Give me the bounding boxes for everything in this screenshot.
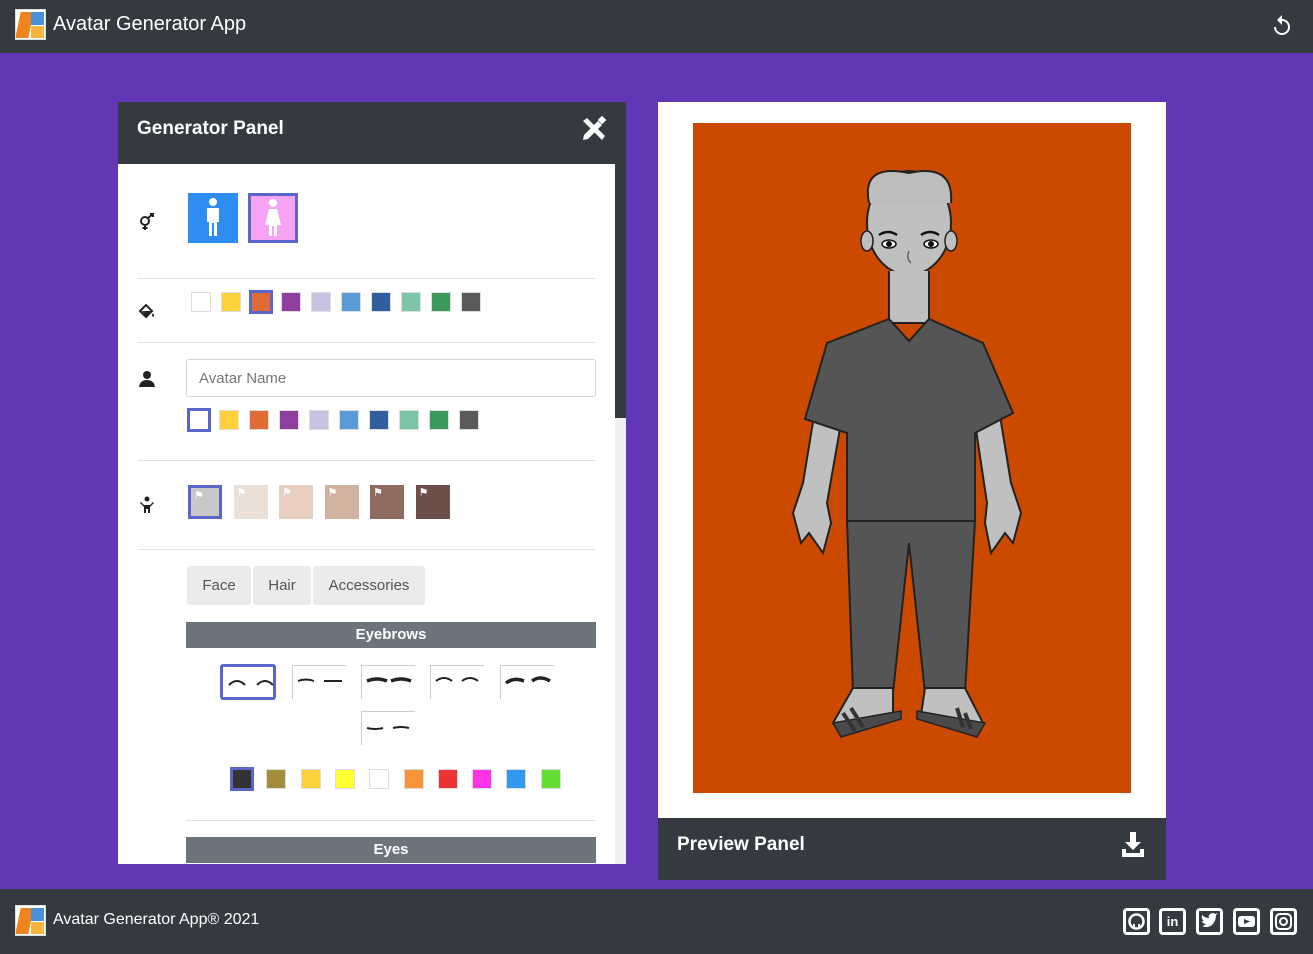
eyebrow-color-swatch[interactable] [266, 769, 287, 789]
background-color-swatch[interactable] [371, 292, 391, 312]
skin-tone-swatch[interactable]: ⚑ [233, 485, 268, 519]
gender-icon [140, 213, 154, 230]
divider [138, 278, 596, 279]
preview-panel-footer: Preview Panel [658, 818, 1166, 880]
eyebrow-color-swatch[interactable] [437, 769, 458, 789]
shirt-icon: ⚑ [418, 487, 429, 499]
background-color-swatch[interactable] [221, 292, 241, 312]
undo-icon[interactable] [1270, 14, 1294, 38]
background-color-swatch[interactable] [281, 292, 301, 312]
avatar-canvas [693, 123, 1131, 793]
background-color-swatch[interactable] [311, 292, 331, 312]
female-icon [265, 199, 281, 236]
eyebrow-shape [297, 678, 342, 682]
youtube-icon[interactable] [1233, 908, 1260, 935]
female-button[interactable] [248, 193, 298, 243]
tab-face[interactable]: Face [187, 566, 251, 605]
name-color-swatch[interactable] [429, 410, 449, 430]
name-color-swatch[interactable] [369, 410, 389, 430]
skin-tone-swatch[interactable]: ⚑ [279, 485, 313, 519]
eyebrow-color-swatch[interactable] [369, 769, 390, 789]
background-color-swatch[interactable] [341, 292, 361, 312]
eyebrow-color-swatch[interactable] [300, 769, 321, 789]
user-icon [139, 371, 155, 387]
shirt-icon: ⚑ [373, 487, 383, 499]
divider [138, 549, 596, 550]
divider [186, 820, 596, 821]
skin-tone-swatch[interactable]: ⚑ [188, 485, 222, 519]
name-color-swatch[interactable] [309, 410, 329, 430]
footer-logo [15, 905, 46, 936]
footer: Avatar Generator App® 2021 in [0, 889, 1313, 954]
background-color-swatch[interactable] [461, 292, 481, 312]
skin-tone-swatch[interactable]: ⚑ [324, 485, 359, 519]
eyebrow-shape [366, 677, 412, 683]
linkedin-icon[interactable]: in [1159, 908, 1186, 935]
footer-copyright: Avatar Generator App® 2021 [53, 911, 260, 928]
shirt-icon: ⚑ [236, 487, 247, 499]
eyebrow-shape [366, 726, 410, 730]
name-color-swatch[interactable] [399, 410, 419, 430]
divider [138, 342, 596, 343]
shirt-icon: ⚑ [194, 490, 204, 502]
eyebrow-color-swatch[interactable] [540, 769, 561, 789]
scrollbar-thumb[interactable] [615, 164, 626, 418]
eyebrow-color-swatch[interactable] [403, 769, 424, 789]
tab-hair[interactable]: Hair [253, 566, 311, 605]
top-navbar: Avatar Generator App [0, 0, 1313, 53]
app-logo [15, 9, 46, 40]
eyebrow-option[interactable] [220, 664, 276, 700]
background-color-swatch[interactable] [249, 290, 273, 314]
background-color-swatch[interactable] [431, 292, 451, 312]
eyebrow-color-swatch[interactable] [506, 769, 527, 789]
eyebrow-color-swatch[interactable] [334, 769, 355, 789]
tab-accessories[interactable]: Accessories [313, 566, 425, 605]
eyebrow-color-swatch[interactable] [472, 769, 493, 789]
avatar-name-input[interactable] [186, 359, 596, 397]
preview-panel: Preview Panel [658, 102, 1166, 880]
tools-icon [583, 115, 607, 140]
instagram-icon[interactable] [1270, 908, 1297, 935]
eyebrow-option[interactable] [429, 664, 485, 700]
eyebrow-shape [504, 676, 551, 685]
generator-scrollbar[interactable] [615, 164, 626, 864]
eyebrows-section-header: Eyebrows [186, 622, 596, 648]
eyebrow-shape [435, 677, 479, 682]
skin-tone-swatch[interactable]: ⚑ [415, 485, 450, 519]
background-color-swatch[interactable] [191, 292, 211, 312]
generator-panel-title: Generator Panel [137, 118, 284, 139]
eyebrow-option[interactable] [360, 664, 416, 700]
eyes-section-header: Eyes [186, 837, 596, 863]
male-button[interactable] [188, 193, 238, 243]
preview-panel-title: Preview Panel [677, 834, 805, 855]
person-icon [140, 496, 154, 513]
generator-panel: Generator Panel Avatar Name ⚑ ⚑ ⚑ ⚑ ⚑ ⚑ … [118, 102, 626, 864]
divider [138, 460, 596, 461]
shirt-icon: ⚑ [327, 487, 338, 499]
name-color-swatch[interactable] [219, 410, 239, 430]
eyebrow-option[interactable] [360, 710, 416, 746]
github-icon[interactable] [1123, 908, 1150, 935]
name-color-swatch[interactable] [279, 410, 299, 430]
name-color-swatch[interactable] [459, 410, 479, 430]
paint-bucket-icon [138, 303, 154, 319]
generator-panel-header: Generator Panel [118, 102, 626, 164]
name-color-swatch[interactable] [249, 410, 269, 430]
avatar-figure [791, 170, 1023, 738]
skin-tone-swatch[interactable]: ⚑ [370, 485, 404, 519]
app-title: Avatar Generator App [53, 13, 247, 35]
download-icon[interactable] [1120, 830, 1146, 858]
name-color-swatch[interactable] [187, 408, 211, 432]
twitter-icon[interactable] [1196, 908, 1223, 935]
shirt-icon: ⚑ [282, 487, 292, 499]
background-color-swatch[interactable] [401, 292, 421, 312]
eyebrow-option[interactable] [499, 664, 555, 700]
name-color-swatch[interactable] [339, 410, 359, 430]
eyebrow-color-swatch[interactable] [230, 767, 254, 791]
male-icon [207, 198, 219, 236]
eyebrow-option[interactable] [291, 664, 347, 700]
eyebrow-shape [228, 680, 274, 686]
